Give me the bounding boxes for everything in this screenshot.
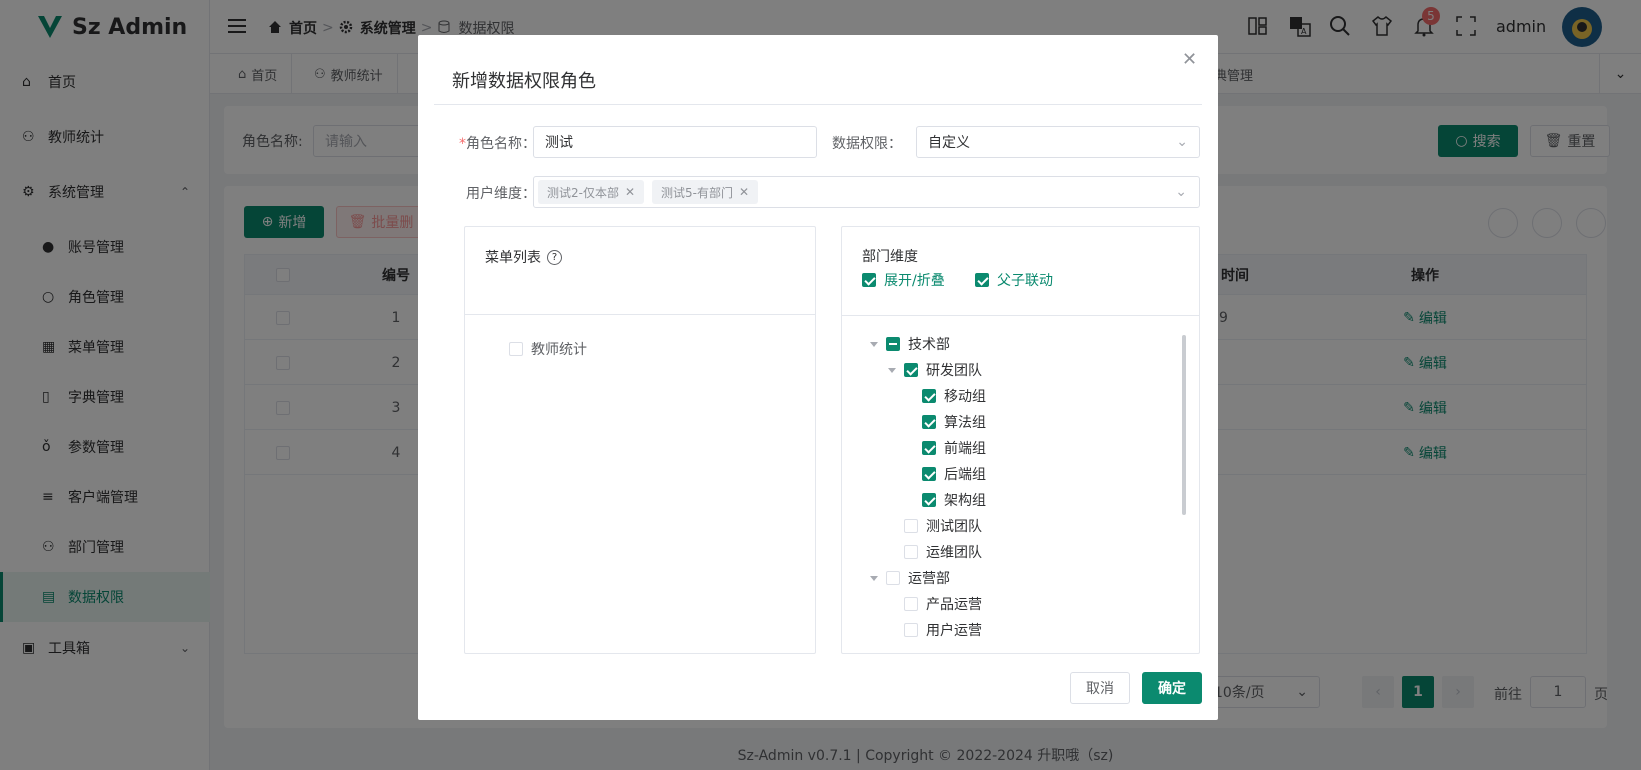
- node-checkbox[interactable]: [922, 415, 936, 429]
- user-dim-select[interactable]: 测试2-仅本部 ✕ 测试5-有部门 ✕ ⌄: [533, 176, 1200, 208]
- close-icon[interactable]: ✕: [1182, 49, 1197, 70]
- node-label: 后端组: [944, 467, 986, 483]
- cancel-button[interactable]: 取消: [1070, 672, 1130, 704]
- node-label: 运营部: [908, 571, 950, 587]
- caret-down-icon[interactable]: [870, 341, 878, 347]
- checkbox-label: 展开/折叠: [884, 273, 945, 289]
- dept-tree-node[interactable]: 研发团队: [888, 357, 982, 383]
- dept-tree-node[interactable]: 算法组: [906, 409, 986, 435]
- node-checkbox[interactable]: [904, 623, 918, 637]
- divider: [465, 314, 815, 315]
- dept-tree-node[interactable]: 用户运营: [888, 617, 982, 637]
- chevron-down-icon: ⌄: [1176, 134, 1188, 150]
- expand-collapse-checkbox[interactable]: 展开/折叠: [862, 270, 945, 290]
- caret-down-icon[interactable]: [888, 367, 896, 373]
- tag-list: 测试2-仅本部 ✕ 测试5-有部门 ✕: [538, 180, 766, 204]
- node-label: 移动组: [944, 389, 986, 405]
- question-icon[interactable]: ?: [547, 249, 562, 265]
- menu-panel-header: 菜单列表 ?: [485, 247, 562, 267]
- node-label: 用户运营: [926, 623, 982, 637]
- node-label: 研发团队: [926, 363, 982, 379]
- dept-tree-node[interactable]: 架构组: [906, 487, 986, 513]
- menu-tree-node[interactable]: 教师统计: [509, 336, 587, 362]
- node-checkbox[interactable]: [904, 545, 918, 559]
- checkbox-label: 父子联动: [997, 273, 1053, 289]
- dept-panel: 部门维度 展开/折叠 父子联动 技术部研发团队移动组算法组前端组后端组架构组测试…: [841, 226, 1200, 654]
- tag-label: 测试5-有部门: [661, 185, 733, 200]
- node-label: 架构组: [944, 493, 986, 509]
- node-checkbox[interactable]: [922, 389, 936, 403]
- data-scope-select[interactable]: 自定义 ⌄: [916, 126, 1200, 158]
- confirm-button[interactable]: 确定: [1142, 672, 1202, 704]
- role-name-label: *角色名称：: [459, 136, 536, 152]
- dept-panel-title: 部门维度: [862, 249, 918, 265]
- dept-tree-node[interactable]: 产品运营: [888, 591, 982, 617]
- node-checkbox[interactable]: [922, 467, 936, 481]
- node-checkbox[interactable]: [886, 571, 900, 585]
- divider: [842, 315, 1199, 316]
- node-checkbox[interactable]: [904, 363, 918, 377]
- node-checkbox[interactable]: [509, 342, 523, 356]
- linkage-checkbox[interactable]: 父子联动: [975, 270, 1053, 290]
- node-label: 运维团队: [926, 545, 982, 561]
- node-label: 产品运营: [926, 597, 982, 613]
- dialog-title: 新增数据权限角色: [452, 71, 596, 92]
- tag-close-icon[interactable]: ✕: [625, 185, 635, 199]
- menu-panel-title: 菜单列表: [485, 250, 541, 266]
- node-label: 技术部: [908, 337, 950, 353]
- select-value: 自定义: [928, 135, 970, 151]
- chevron-down-icon: ⌄: [1175, 184, 1187, 200]
- dept-tree-node[interactable]: 后端组: [906, 461, 986, 487]
- menu-panel: 菜单列表 ? 教师统计: [464, 226, 816, 654]
- node-label: 测试团队: [926, 519, 982, 535]
- tag-label: 测试2-仅本部: [547, 185, 619, 200]
- data-scope-label: 数据权限：: [832, 136, 902, 152]
- scrollbar[interactable]: [1182, 335, 1186, 515]
- node-checkbox[interactable]: [922, 493, 936, 507]
- node-label: 教师统计: [531, 342, 587, 358]
- node-checkbox[interactable]: [922, 441, 936, 455]
- dept-tree-viewport: 技术部研发团队移动组算法组前端组后端组架构组测试团队运维团队运营部产品运营用户运…: [842, 331, 1182, 637]
- user-tag: 测试5-有部门 ✕: [652, 180, 759, 204]
- user-dim-label: 用户维度：: [466, 186, 536, 202]
- node-checkbox[interactable]: [904, 597, 918, 611]
- dept-tree-node[interactable]: 运维团队: [888, 539, 982, 565]
- dept-tree-node[interactable]: 测试团队: [888, 513, 982, 539]
- user-tag: 测试2-仅本部 ✕: [538, 180, 645, 204]
- node-checkbox[interactable]: [904, 519, 918, 533]
- node-checkbox[interactable]: [886, 337, 900, 351]
- role-name-input[interactable]: 测试: [533, 126, 817, 158]
- tag-close-icon[interactable]: ✕: [739, 185, 749, 199]
- dept-tree-node[interactable]: 前端组: [906, 435, 986, 461]
- dept-tree-node[interactable]: 运营部: [870, 565, 950, 591]
- node-label: 算法组: [944, 415, 986, 431]
- add-data-scope-dialog: 新增数据权限角色 ✕ *角色名称： 测试 数据权限： 自定义 ⌄ 用户维度： 测试…: [418, 35, 1218, 720]
- dept-tree-node[interactable]: 移动组: [906, 383, 986, 409]
- node-label: 前端组: [944, 441, 986, 457]
- dept-tree-node[interactable]: 技术部: [870, 331, 950, 357]
- caret-down-icon[interactable]: [870, 575, 878, 581]
- divider: [434, 104, 1202, 105]
